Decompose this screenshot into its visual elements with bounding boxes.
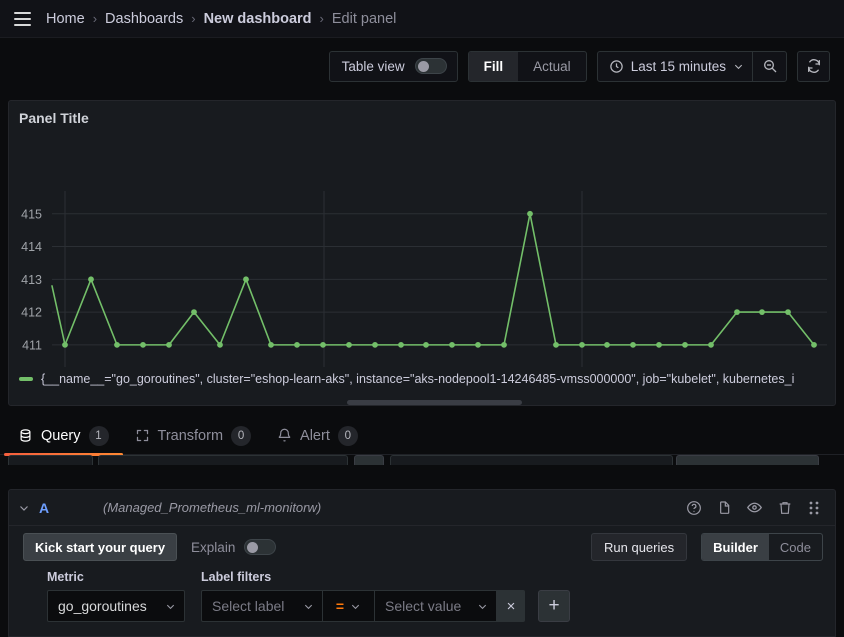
time-range-label: Last 15 minutes	[631, 59, 726, 74]
panel-title[interactable]: Panel Title	[19, 110, 89, 126]
svg-text:415: 415	[21, 207, 42, 221]
chevron-down-icon	[350, 601, 361, 612]
visualization-panel: Panel Title 41141241341441515:4515:5015:…	[8, 100, 836, 406]
explain-toggle[interactable]: Explain	[191, 539, 276, 555]
table-view-label: Table view	[342, 59, 405, 74]
query-row-actions	[686, 499, 835, 516]
clipped-control-options[interactable]	[390, 455, 673, 465]
tab-alert-label: Alert	[300, 428, 330, 444]
query-editor-controls: Kick start your query Explain Run querie…	[9, 526, 837, 568]
tab-alert[interactable]: Alert 0	[277, 417, 358, 455]
breadcrumb-item-edit-panel: Edit panel	[332, 11, 397, 27]
remove-label-filter-button[interactable]: ×	[497, 590, 525, 622]
add-label-filter-button[interactable]: +	[538, 590, 570, 622]
hide-response-icon[interactable]	[746, 499, 763, 516]
label-name-select[interactable]: Select label	[201, 590, 323, 622]
label-name-placeholder: Select label	[212, 598, 284, 614]
label-operator-select[interactable]: =	[323, 590, 375, 622]
svg-text:411: 411	[22, 338, 42, 352]
tab-alert-count: 0	[338, 426, 358, 446]
tab-query-label: Query	[41, 428, 81, 444]
query-ref-id[interactable]: A	[39, 500, 67, 516]
metric-field-label: Metric	[47, 570, 185, 584]
duplicate-query-icon[interactable]	[716, 500, 732, 516]
tab-query[interactable]: Query 1	[18, 417, 109, 455]
help-icon[interactable]	[686, 500, 702, 516]
query-editor-body: Kick start your query Explain Run querie…	[8, 526, 836, 637]
chevron-down-icon	[733, 61, 744, 72]
breadcrumb-separator-icon: ›	[191, 11, 195, 26]
hamburger-menu-icon[interactable]	[8, 5, 36, 33]
run-queries-button[interactable]: Run queries	[591, 533, 687, 561]
breadcrumb-item-home[interactable]: Home	[46, 11, 85, 27]
clipped-control-right[interactable]	[676, 455, 819, 465]
remove-query-icon[interactable]	[777, 500, 793, 516]
editor-mode-segmented-control: Builder Code	[701, 533, 823, 561]
breadcrumb-item-new-dashboard[interactable]: New dashboard	[204, 11, 312, 27]
time-range-group: Last 15 minutes	[597, 51, 787, 82]
label-value-select[interactable]: Select value	[375, 590, 497, 622]
metric-field-group: Metric go_goroutines	[47, 570, 185, 622]
legend-series-label[interactable]: {__name__="go_goroutines", cluster="esho…	[41, 372, 794, 386]
tab-transform-label: Transform	[158, 428, 224, 444]
label-filter-row: Select label = Select valu	[201, 590, 525, 622]
chart-legend: {__name__="go_goroutines", cluster="esho…	[9, 365, 837, 393]
clipped-query-options-strip	[0, 455, 844, 465]
label-value-placeholder: Select value	[385, 598, 461, 614]
metric-select[interactable]: go_goroutines	[47, 590, 185, 622]
label-filters-group: Label filters Select label =	[201, 570, 570, 622]
explain-label: Explain	[191, 540, 235, 555]
breadcrumb-separator-icon: ›	[93, 11, 97, 26]
clipped-control-picker[interactable]	[98, 455, 348, 465]
fill-option[interactable]: Fill	[469, 52, 519, 81]
timeseries-plot[interactable]: 41141241341441515:4515:5015:55	[9, 133, 837, 373]
fill-actual-segmented-control: Fill Actual	[468, 51, 587, 82]
legend-color-swatch	[19, 377, 33, 381]
svg-text:412: 412	[21, 306, 42, 320]
clock-icon	[609, 59, 624, 74]
table-view-toggle[interactable]: Table view	[329, 51, 458, 82]
tab-query-count: 1	[89, 426, 109, 446]
switch-knob	[418, 61, 429, 72]
chevron-down-icon	[303, 601, 314, 612]
label-filters-label: Label filters	[201, 570, 570, 584]
table-view-switch[interactable]	[415, 58, 447, 74]
builder-mode-option[interactable]: Builder	[702, 534, 769, 560]
breadcrumb-separator-icon: ›	[320, 11, 324, 26]
panel-editor-tabs: Query 1 Transform 0 Alert 0	[0, 417, 844, 455]
kick-start-query-button[interactable]: Kick start your query	[23, 533, 177, 561]
svg-text:413: 413	[21, 273, 42, 287]
time-range-picker[interactable]: Last 15 minutes	[598, 52, 752, 81]
clipped-control-button[interactable]	[354, 455, 384, 465]
metric-select-value: go_goroutines	[58, 598, 147, 614]
switch-knob	[247, 542, 258, 553]
top-navigation-bar: Home › Dashboards › New dashboard › Edit…	[0, 0, 844, 38]
panel-horizontal-scrollbar[interactable]	[347, 400, 522, 405]
zoom-out-icon[interactable]	[752, 52, 786, 81]
breadcrumb-item-dashboards[interactable]: Dashboards	[105, 11, 183, 27]
refresh-dashboard-button[interactable]	[797, 51, 830, 82]
explain-switch[interactable]	[244, 539, 276, 555]
grafana-edit-panel: Home › Dashboards › New dashboard › Edit…	[0, 0, 844, 637]
bell-icon	[277, 428, 292, 443]
chevron-down-icon[interactable]	[9, 502, 39, 514]
chevron-down-icon	[477, 601, 488, 612]
tab-transform[interactable]: Transform 0	[135, 417, 252, 455]
code-mode-option[interactable]: Code	[769, 534, 822, 560]
svg-text:414: 414	[21, 240, 42, 254]
drag-handle-icon[interactable]	[807, 500, 821, 516]
database-icon	[18, 428, 33, 443]
query-datasource-name: (Managed_Prometheus_ml-monitorw)	[103, 500, 321, 515]
label-operator-value: =	[336, 598, 344, 614]
chart-canvas: 41141241341441515:4515:5015:55	[9, 133, 837, 373]
panel-editor-toolbar: Table view Fill Actual Last 15 minutes	[0, 38, 844, 94]
chevron-down-icon	[165, 601, 176, 612]
clipped-control-datasource[interactable]	[8, 455, 93, 465]
transform-icon	[135, 428, 150, 443]
tab-transform-count: 0	[231, 426, 251, 446]
actual-option[interactable]: Actual	[518, 52, 586, 81]
query-row-header: A (Managed_Prometheus_ml-monitorw)	[8, 489, 836, 526]
